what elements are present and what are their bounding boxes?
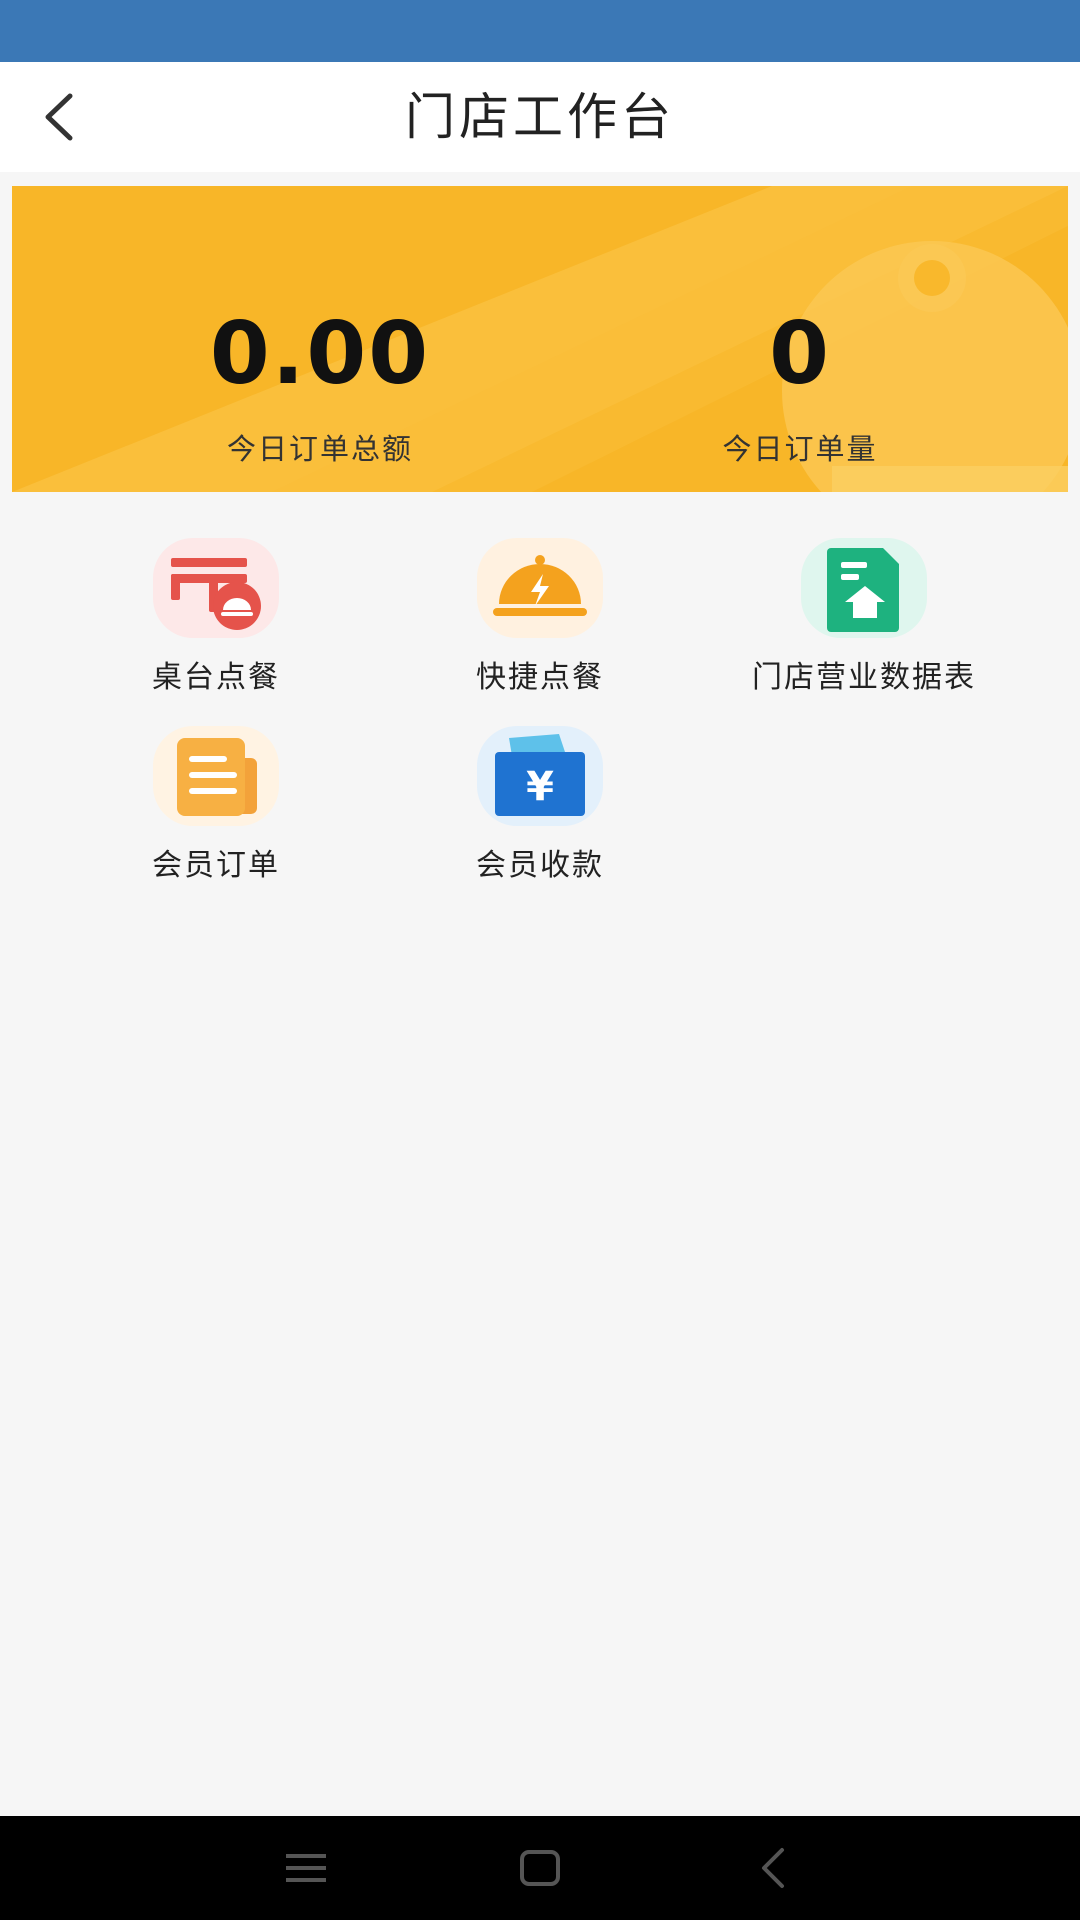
status-bar [0,0,1080,62]
nav-back-button[interactable] [744,1838,804,1898]
system-nav-bar [0,1816,1080,1920]
order-count-value: 0 [769,304,831,404]
menu-icon [286,1854,326,1882]
header-bar: 门店工作台 [0,62,1080,172]
menu-item-label: 会员订单 [152,848,280,883]
store-report-icon [801,538,927,638]
menu-item-label: 桌台点餐 [152,660,280,695]
menu-item-quick-order[interactable]: 快捷点餐 [378,530,702,700]
menu-item-label: 会员收款 [476,848,604,883]
nav-home-button[interactable] [510,1838,570,1898]
quick-order-icon [477,538,603,638]
menu-item-store-report[interactable]: 门店营业数据表 [702,530,1026,700]
back-button[interactable] [30,84,96,150]
total-amount-label: 今日订单总额 [226,432,413,466]
nav-menu-button[interactable] [276,1838,336,1898]
menu-item-member-order[interactable]: 会员订单 [54,718,378,888]
menu-item-table-order[interactable]: 桌台点餐 [54,530,378,700]
menu-item-member-payment[interactable]: ¥ 会员收款 [378,718,702,888]
table-order-icon [153,538,279,638]
page-title: 门店工作台 [405,88,675,146]
total-amount-value: 0.00 [209,304,431,404]
stats-card: 0.00 今日订单总额 0 今日订单量 [12,186,1068,492]
back-triangle-icon [762,1848,784,1888]
svg-text:¥: ¥ [526,764,554,810]
function-grid: 桌台点餐 快捷点餐 门店营业数据表 会员订单 ¥ 会员收款 [0,530,1080,910]
member-payment-icon: ¥ [477,726,603,826]
member-order-icon [153,726,279,826]
menu-item-label: 门店营业数据表 [752,660,976,695]
chevron-left-icon [45,93,73,141]
home-square-icon [520,1850,560,1886]
menu-item-label: 快捷点餐 [476,660,604,695]
order-count-label: 今日订单量 [722,432,878,466]
